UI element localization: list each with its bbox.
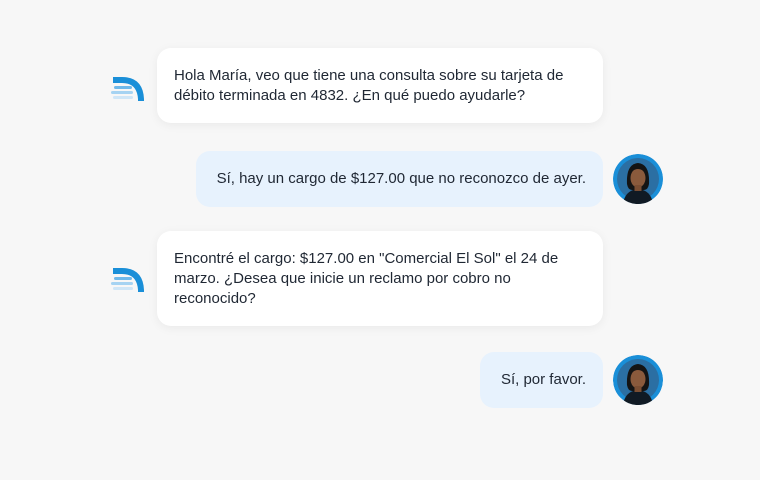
- user-message: Sí, hay un cargo de $127.00 que no recon…: [195, 151, 603, 207]
- message-text: Sí, hay un cargo de $127.00 que no recon…: [216, 170, 586, 187]
- message-text: Encontré el cargo: $127.00 en "Comercial…: [174, 250, 559, 307]
- user-avatar: [613, 154, 663, 204]
- message-text: Sí, por favor.: [500, 371, 586, 388]
- bot-message: Encontré el cargo: $127.00 en "Comercial…: [157, 231, 603, 326]
- user-message: Sí, por favor.: [479, 352, 603, 408]
- bot-logo-icon: [110, 74, 146, 102]
- bot-message: Hola María, veo que tiene una consulta s…: [157, 48, 603, 123]
- message-text: Hola María, veo que tiene una consulta s…: [174, 67, 564, 104]
- chat-transcript: Hola María, veo que tiene una consulta s…: [0, 0, 760, 480]
- user-avatar: [613, 355, 663, 405]
- bot-logo-icon: [110, 265, 146, 293]
